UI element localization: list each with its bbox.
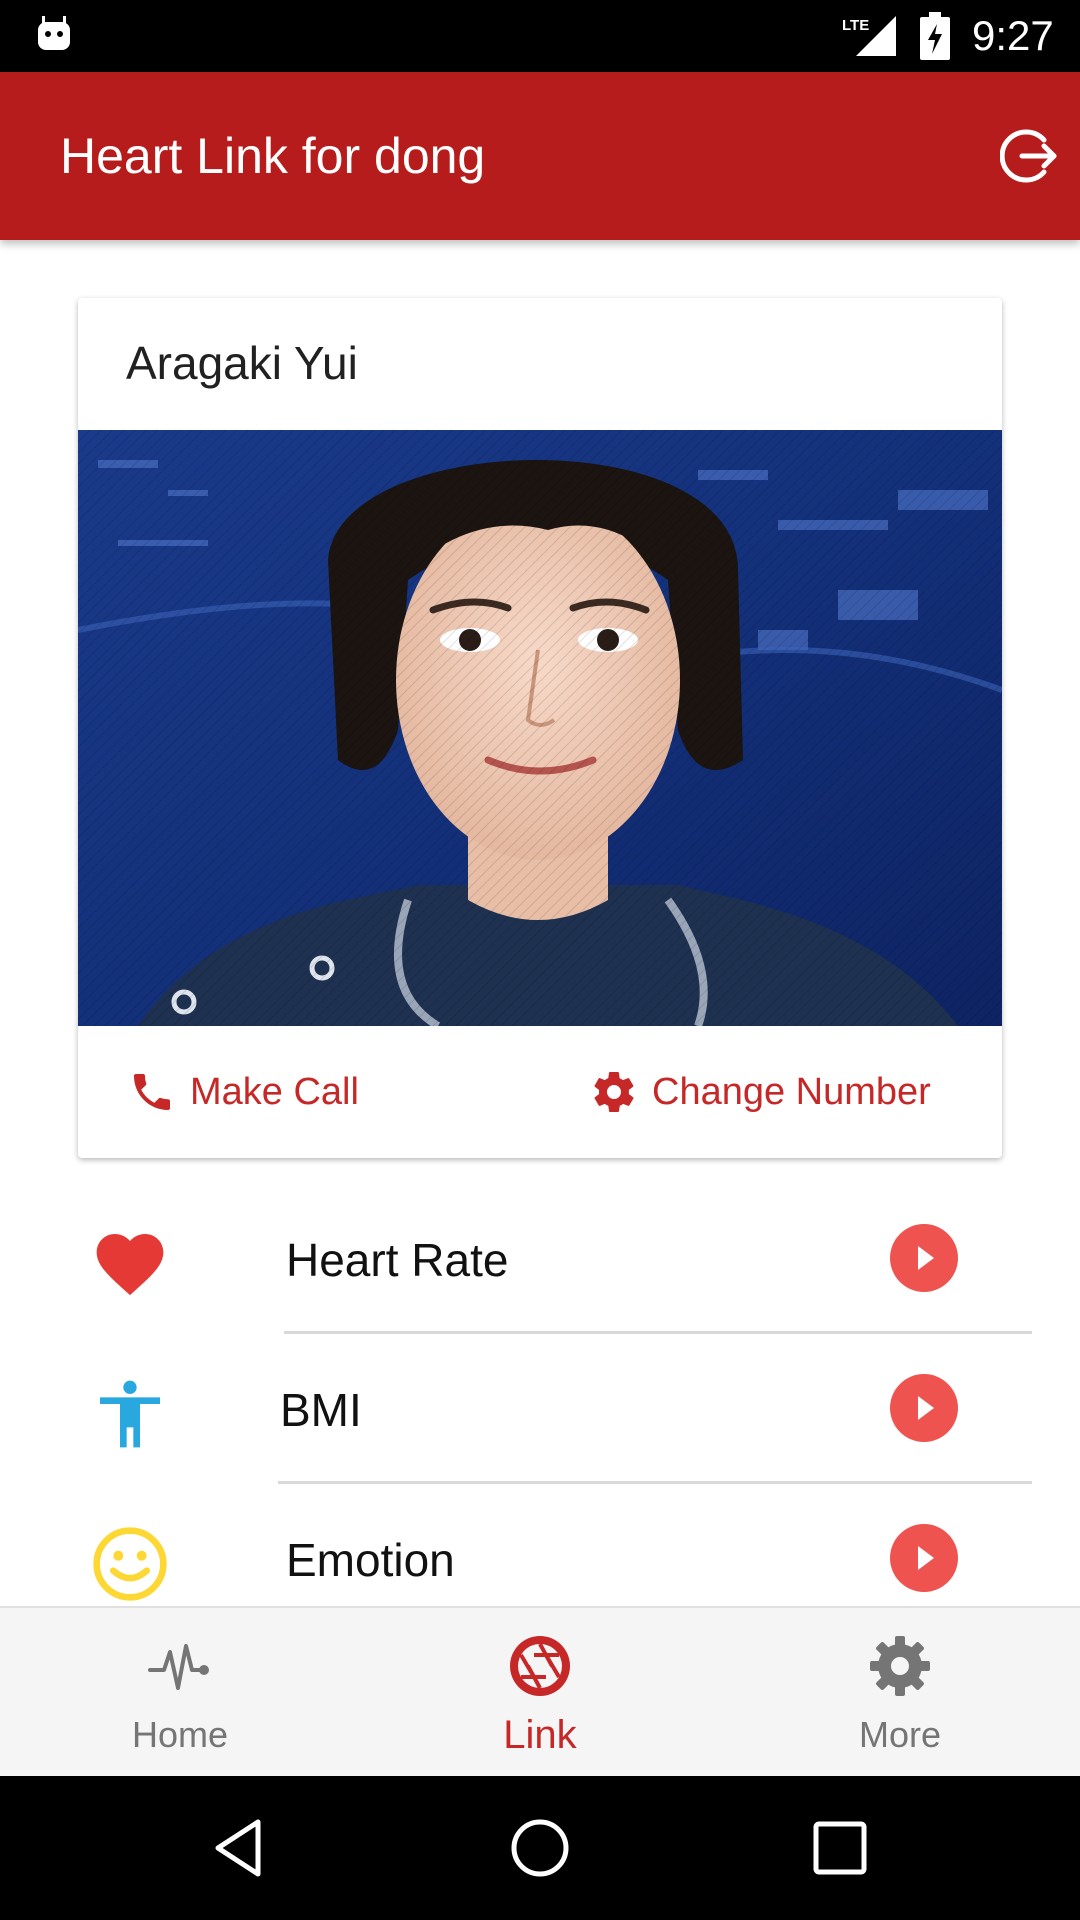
back-icon[interactable] [206, 1814, 274, 1882]
nav-more[interactable]: More [720, 1608, 1080, 1778]
contact-photo [78, 430, 1002, 1026]
svg-text:LTE: LTE [842, 17, 869, 34]
app-title: Heart Link for dong [60, 128, 486, 184]
contact-name: Aragaki Yui [126, 337, 358, 389]
card-actions: Make Call Change Number [78, 1026, 1002, 1158]
heart-icon [96, 1234, 164, 1296]
accessibility-icon [100, 1380, 160, 1448]
nav-home-label: Home [131, 1714, 229, 1755]
smiley-icon [93, 1527, 167, 1601]
bottom-navigation: Home Link More [0, 1606, 1080, 1776]
phone-icon [134, 1074, 170, 1110]
contact-card: Aragaki Yui Make Call Change Number [78, 298, 1002, 1158]
status-time: 9:27 [972, 12, 1054, 59]
change-number-button[interactable]: Change Number [590, 1062, 931, 1122]
make-call-label: Make Call [190, 1070, 359, 1113]
lte-signal-icon: LTE [842, 16, 896, 56]
battery-charging-icon [920, 12, 950, 60]
bmi-label: BMI [280, 1384, 362, 1436]
heart-rate-label: Heart Rate [286, 1234, 509, 1286]
change-number-label: Change Number [652, 1070, 931, 1113]
android-notification-icon [38, 16, 70, 50]
emotion-label: Emotion [286, 1534, 455, 1586]
status-bar: LTE 9:27 [0, 0, 1080, 72]
list-item-heart-rate[interactable]: Heart Rate [0, 1184, 1080, 1334]
play-circle-icon[interactable] [890, 1224, 958, 1292]
aperture-icon [510, 1636, 570, 1696]
home-icon[interactable] [506, 1814, 574, 1882]
nav-link[interactable]: Link [360, 1608, 720, 1778]
gear-icon [594, 1072, 634, 1112]
make-call-button[interactable]: Make Call [128, 1062, 359, 1122]
nav-home[interactable]: Home [0, 1608, 360, 1778]
logout-icon[interactable] [1000, 126, 1060, 186]
system-navigation-bar [0, 1776, 1080, 1920]
recents-icon[interactable] [806, 1814, 874, 1882]
nav-more-label: More [858, 1714, 942, 1755]
gear-icon [870, 1636, 930, 1696]
heartbeat-icon [148, 1644, 209, 1690]
play-circle-icon[interactable] [890, 1374, 958, 1442]
nav-link-label: Link [503, 1713, 577, 1757]
app-bar: Heart Link for dong [0, 72, 1080, 240]
list-item-bmi[interactable]: BMI [0, 1334, 1080, 1484]
play-circle-icon[interactable] [890, 1524, 958, 1592]
